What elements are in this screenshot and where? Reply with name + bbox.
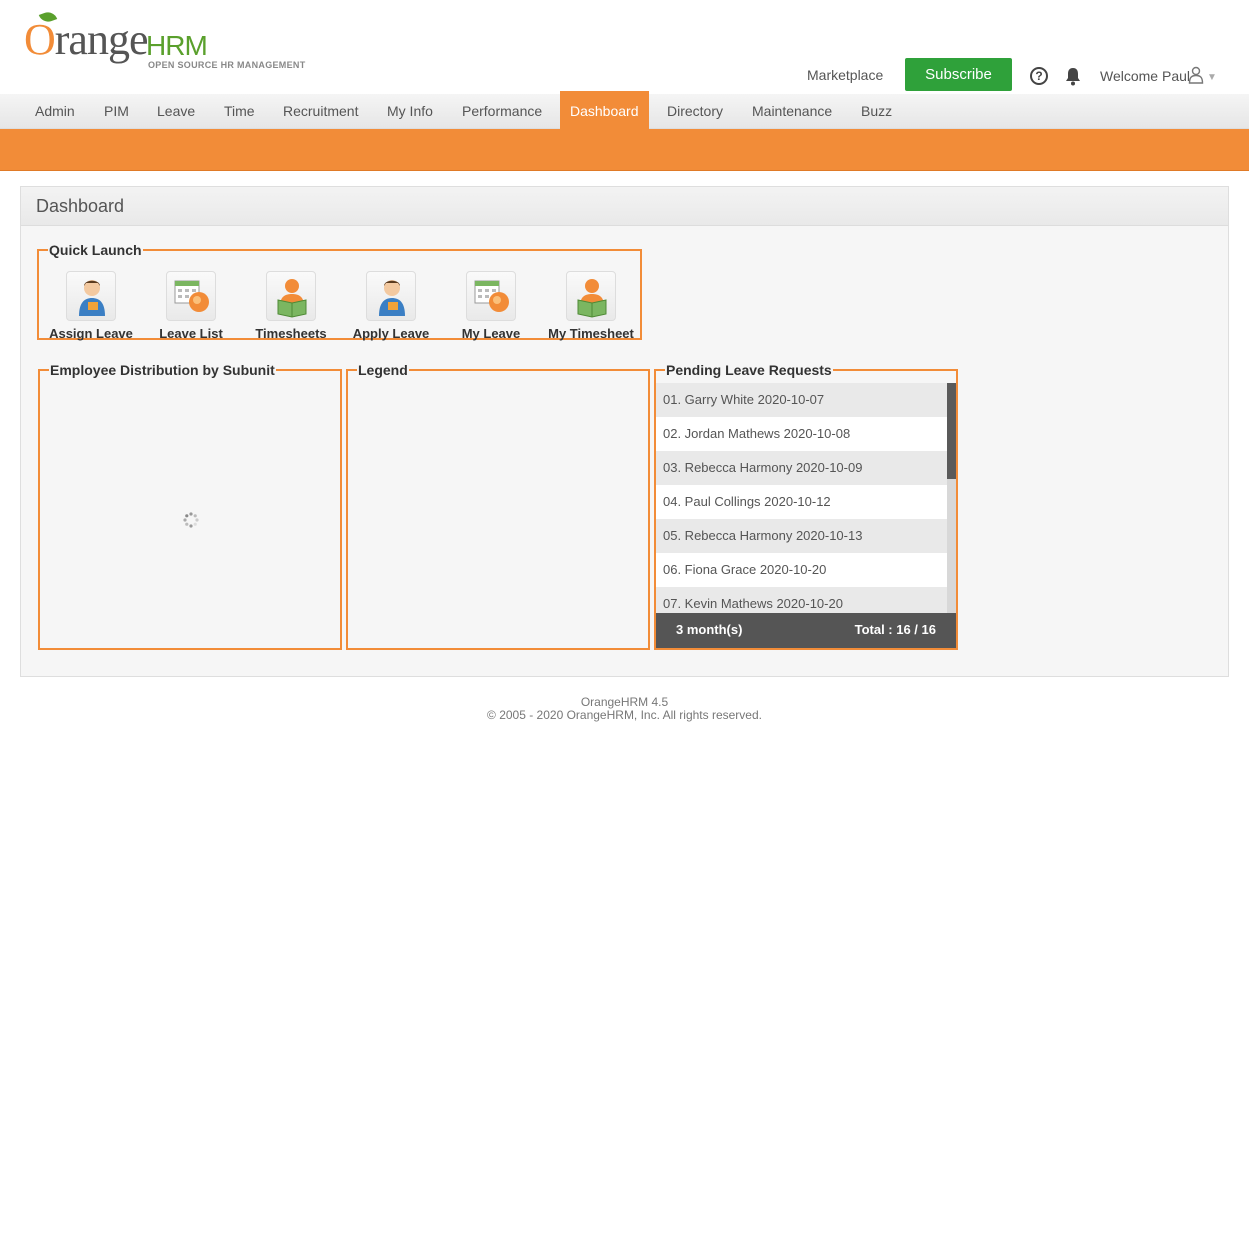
pending-leave-item[interactable]: 02. Jordan Mathews 2020-10-08 <box>656 417 947 451</box>
quick-launch-assign-leave[interactable]: Assign Leave <box>41 271 141 341</box>
pending-leave-list[interactable]: 01. Garry White 2020-10-07 02. Jordan Ma… <box>656 383 947 613</box>
quick-launch-my-leave[interactable]: My Leave <box>441 271 541 341</box>
main-menu: Admin PIM Leave Time Recruitment My Info… <box>0 91 1249 129</box>
user-icon[interactable] <box>1188 66 1204 84</box>
assign-leave-icon <box>66 271 116 321</box>
pending-leave-item[interactable]: 07. Kevin Mathews 2020-10-20 <box>656 587 947 613</box>
marketplace-link[interactable]: Marketplace <box>807 67 883 83</box>
menu-item-maintenance[interactable]: Maintenance <box>742 94 842 129</box>
menu-item-admin[interactable]: Admin <box>25 94 85 129</box>
scrollbar-thumb[interactable] <box>947 383 956 479</box>
header: Orange HRM OPEN SOURCE HR MANAGEMENT Mar… <box>0 0 1249 94</box>
timesheets-icon <box>266 271 316 321</box>
pending-leave-footer: 3 month(s) Total : 16 / 16 <box>656 613 956 648</box>
quick-launch-label: My Timesheet <box>548 326 634 341</box>
panel-header: Dashboard <box>21 187 1228 226</box>
submenu-bar <box>0 129 1249 171</box>
pending-leave-item[interactable]: 06. Fiona Grace 2020-10-20 <box>656 553 947 587</box>
apply-leave-icon <box>366 271 416 321</box>
pending-leave-item[interactable]: 03. Rebecca Harmony 2020-10-09 <box>656 451 947 485</box>
quick-launch-label: Apply Leave <box>352 326 430 341</box>
pending-leave-requests-legend: Pending Leave Requests <box>666 362 832 378</box>
quick-launch-apply-leave[interactable]: Apply Leave <box>341 271 441 341</box>
quick-launch-label: Assign Leave <box>49 326 133 341</box>
menu-item-time[interactable]: Time <box>214 94 265 129</box>
pending-leave-item[interactable]: 04. Paul Collings 2020-10-12 <box>656 485 947 519</box>
quick-launch-box: Quick Launch Assign Leave Leave List Tim… <box>37 242 642 341</box>
quick-launch-legend: Quick Launch <box>49 242 142 258</box>
period-filter[interactable]: 3 month(s) <box>676 622 742 637</box>
employee-distribution-legend: Employee Distribution by Subunit <box>50 362 275 378</box>
logo-tagline: OPEN SOURCE HR MANAGEMENT <box>148 60 306 70</box>
page-footer: OrangeHRM 4.5 © 2005 - 2020 OrangeHRM, I… <box>0 696 1249 722</box>
logo-hrm: HRM <box>146 30 208 61</box>
legend-box-title: Legend <box>358 362 408 378</box>
leave-list-icon <box>166 271 216 321</box>
quick-launch-timesheets[interactable]: Timesheets <box>241 271 341 341</box>
quick-launch-leave-list[interactable]: Leave List <box>141 271 241 341</box>
menu-item-pim[interactable]: PIM <box>94 94 139 129</box>
footer-copyright: © 2005 - 2020 OrangeHRM, Inc. All rights… <box>487 708 762 722</box>
help-icon[interactable]: ? <box>1030 67 1048 85</box>
orangehrm-logo[interactable]: Orange HRM OPEN SOURCE HR MANAGEMENT <box>24 9 314 76</box>
loading-spinner-icon <box>183 512 199 528</box>
welcome-user-menu[interactable]: Welcome Paul <box>1100 68 1190 84</box>
pending-total: Total : 16 / 16 <box>854 622 936 637</box>
pending-leave-item[interactable]: 05. Rebecca Harmony 2020-10-13 <box>656 519 947 553</box>
menu-item-directory[interactable]: Directory <box>657 94 733 129</box>
quick-launch-label: My Leave <box>461 326 521 341</box>
quick-launch-label: Leave List <box>159 326 223 341</box>
logo-word: Orange <box>24 15 148 64</box>
pending-leave-requests-box: Pending Leave Requests 01. Garry White 2… <box>654 363 958 650</box>
caret-down-icon[interactable]: ▼ <box>1207 72 1217 83</box>
menu-item-recruitment[interactable]: Recruitment <box>273 94 368 129</box>
page-title: Dashboard <box>36 196 125 216</box>
my-leave-icon <box>466 271 516 321</box>
pending-list-scrollbar[interactable] <box>947 383 956 613</box>
menu-item-leave[interactable]: Leave <box>147 94 205 129</box>
my-timesheet-icon <box>566 271 616 321</box>
quick-launch-label: Timesheets <box>255 326 327 341</box>
menu-item-dashboard[interactable]: Dashboard <box>560 91 649 129</box>
employee-distribution-box: Employee Distribution by Subunit <box>38 363 342 650</box>
bell-icon[interactable] <box>1064 66 1082 86</box>
legend-box: Legend <box>346 363 650 650</box>
pending-leave-item[interactable]: 01. Garry White 2020-10-07 <box>656 383 947 417</box>
menu-item-my-info[interactable]: My Info <box>377 94 443 129</box>
menu-item-performance[interactable]: Performance <box>452 94 552 129</box>
menu-item-buzz[interactable]: Buzz <box>851 94 902 129</box>
quick-launch-my-timesheet[interactable]: My Timesheet <box>541 271 641 341</box>
subscribe-button[interactable]: Subscribe <box>905 58 1012 91</box>
